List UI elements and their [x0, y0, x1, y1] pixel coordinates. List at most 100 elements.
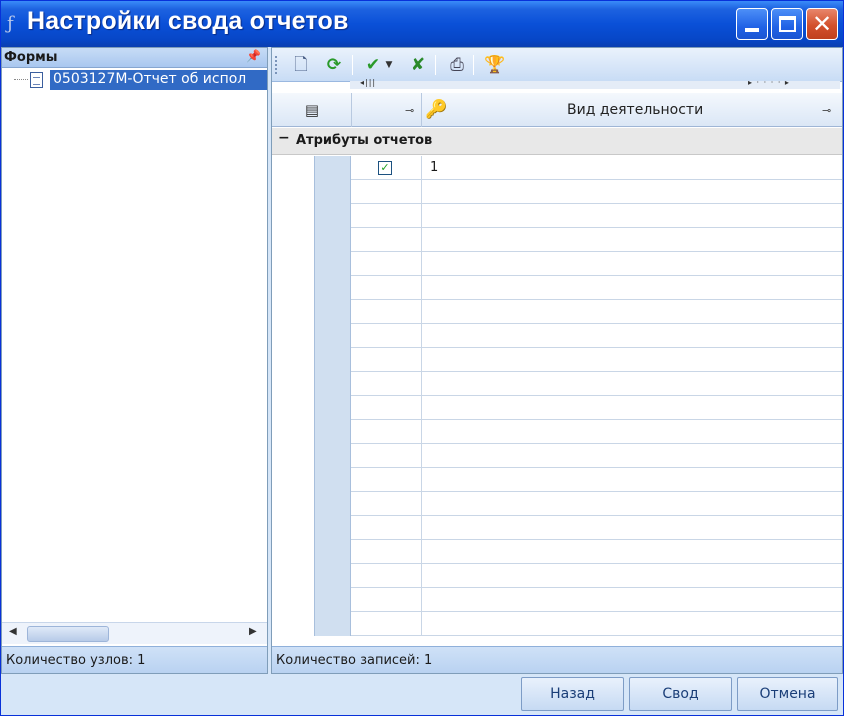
activity-cell[interactable] [422, 564, 842, 588]
group-row[interactable]: − Атрибуты отчетов [272, 128, 842, 155]
dropdown-arrow-icon[interactable]: ▼ [384, 54, 394, 76]
table-row[interactable] [351, 540, 842, 564]
table-row[interactable] [351, 492, 842, 516]
horizontal-scrollbar[interactable]: ◀ ▶ [2, 622, 267, 644]
activity-cell[interactable] [422, 372, 842, 396]
table-row[interactable] [351, 372, 842, 396]
activity-cell[interactable] [422, 228, 842, 252]
table-row[interactable] [351, 228, 842, 252]
column-scroll-indicator[interactable]: ◂||| ▸ · · · · ▸ [350, 78, 840, 89]
dialog-window: ƒ Настройки свода отчетов ✕ Формы 📌 0503… [0, 0, 844, 716]
checkbox-cell[interactable]: ✓ [351, 156, 422, 180]
activity-cell[interactable] [422, 468, 842, 492]
scroll-right-icon[interactable]: ▶ [249, 626, 257, 637]
activity-cell[interactable] [422, 300, 842, 324]
activity-cell[interactable] [422, 324, 842, 348]
activity-column-title: Вид деятельности [567, 102, 704, 118]
minimize-button[interactable] [736, 8, 768, 40]
checkbox-cell[interactable] [351, 252, 422, 276]
activity-cell[interactable] [422, 348, 842, 372]
activity-cell[interactable] [422, 588, 842, 612]
close-button[interactable]: ✕ [806, 8, 838, 40]
table-row[interactable] [351, 348, 842, 372]
toolbar-separator [352, 55, 353, 75]
table-row[interactable] [351, 204, 842, 228]
toolbar-grip[interactable] [275, 56, 278, 74]
activity-cell[interactable] [422, 492, 842, 516]
table-row[interactable] [351, 588, 842, 612]
collapse-icon[interactable]: − [278, 130, 290, 146]
tree-item[interactable]: 0503127М-Отчет об испол [2, 69, 267, 91]
accept-icon[interactable]: ✔ [362, 54, 384, 76]
table-row[interactable] [351, 564, 842, 588]
checkbox-cell[interactable] [351, 180, 422, 204]
activity-cell[interactable] [422, 420, 842, 444]
checkbox-cell[interactable] [351, 516, 422, 540]
checkbox-cell[interactable] [351, 228, 422, 252]
activity-cell[interactable] [422, 396, 842, 420]
checkbox-cell[interactable] [351, 468, 422, 492]
column-chooser-icon[interactable]: ▤ [303, 101, 321, 119]
back-button[interactable]: Назад [521, 677, 624, 711]
activity-cell[interactable] [422, 180, 842, 204]
table-row[interactable] [351, 396, 842, 420]
consolidate-button[interactable]: Свод [629, 677, 732, 711]
activity-value: 1 [430, 160, 439, 175]
new-document-icon[interactable]: 🗋 [290, 54, 312, 76]
scroll-marker: ▸ · · · · ▸ [748, 78, 790, 87]
table-row[interactable] [351, 420, 842, 444]
table-row[interactable] [351, 180, 842, 204]
checkbox-cell[interactable] [351, 324, 422, 348]
maximize-button[interactable] [771, 8, 803, 40]
row-checkbox[interactable]: ✓ [378, 161, 392, 175]
group-label: Атрибуты отчетов [296, 133, 433, 148]
activity-cell[interactable] [422, 276, 842, 300]
checkbox-cell[interactable] [351, 348, 422, 372]
checkbox-cell[interactable] [351, 612, 422, 636]
checkbox-cell[interactable] [351, 420, 422, 444]
pin-icon[interactable]: ⊸ [405, 104, 414, 117]
trophy-icon[interactable]: 🏆 [484, 54, 506, 76]
activity-cell[interactable] [422, 540, 842, 564]
table-row[interactable] [351, 444, 842, 468]
checkbox-cell[interactable] [351, 276, 422, 300]
table-row[interactable] [351, 516, 842, 540]
table-row[interactable] [351, 324, 842, 348]
activity-cell[interactable] [422, 612, 842, 636]
checkbox-cell[interactable] [351, 300, 422, 324]
key-icon: 🔑 [425, 99, 448, 120]
activity-cell[interactable] [422, 252, 842, 276]
table-row[interactable]: ✓ 1 [351, 156, 842, 180]
checkbox-cell[interactable] [351, 492, 422, 516]
attributes-panel: 🗋 ⟳ ✔ ▼ ✘ ⎙ 🏆 ◂||| ▸ · · · · ▸ ▤ ⊸ 🔑 Вид… [271, 47, 843, 674]
table-row[interactable] [351, 276, 842, 300]
table-row[interactable] [351, 252, 842, 276]
column-chooser-header[interactable]: ▤ [272, 93, 352, 127]
tree-item-label[interactable]: 0503127М-Отчет об испол [50, 70, 267, 90]
checkbox-cell[interactable] [351, 372, 422, 396]
checkbox-cell[interactable] [351, 564, 422, 588]
title-bar[interactable]: ƒ Настройки свода отчетов ✕ [1, 1, 843, 47]
table-row[interactable] [351, 468, 842, 492]
checkbox-cell[interactable] [351, 540, 422, 564]
pin-icon[interactable]: ⊸ [822, 104, 831, 117]
table-row[interactable] [351, 612, 842, 636]
reject-icon[interactable]: ✘ [407, 54, 429, 76]
scroll-left-icon[interactable]: ◀ [9, 626, 17, 637]
refresh-icon[interactable]: ⟳ [323, 54, 345, 76]
checkbox-cell[interactable] [351, 444, 422, 468]
pin-icon[interactable]: 📌 [246, 49, 261, 63]
checkbox-cell[interactable] [351, 204, 422, 228]
checkbox-cell[interactable] [351, 588, 422, 612]
activity-cell[interactable]: 1 [422, 156, 842, 180]
maximize-icon [779, 16, 796, 32]
scrollbar-thumb[interactable] [27, 626, 109, 642]
table-row[interactable] [351, 300, 842, 324]
activity-cell[interactable] [422, 516, 842, 540]
print-icon[interactable]: ⎙ [446, 54, 468, 76]
checkbox-cell[interactable] [351, 396, 422, 420]
activity-cell[interactable] [422, 444, 842, 468]
cancel-button[interactable]: Отмена [737, 677, 838, 711]
activity-cell[interactable] [422, 204, 842, 228]
grid-header: ▤ ⊸ 🔑 Вид деятельности ⊸ [272, 93, 842, 127]
